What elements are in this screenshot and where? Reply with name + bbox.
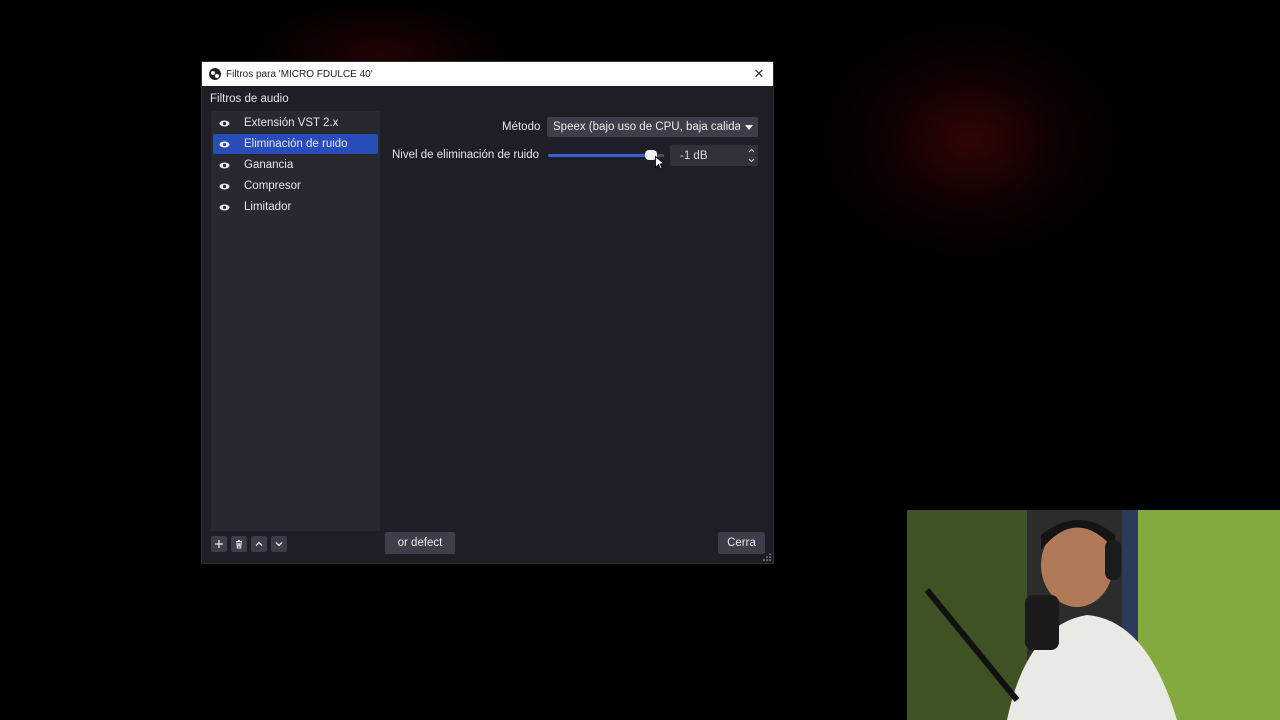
- slider-fill: [548, 154, 651, 157]
- filter-item-label: Ganancia: [244, 159, 294, 171]
- filter-item-gain[interactable]: Ganancia: [213, 155, 378, 175]
- filter-item-compressor[interactable]: Compresor: [213, 176, 378, 196]
- dialog-titlebar: Filtros para 'MICRO FDULCE 40' ✕: [202, 62, 773, 86]
- noise-level-slider[interactable]: [548, 150, 664, 162]
- filter-item-label: Eliminación de ruido: [244, 138, 348, 150]
- webcam-feed: [907, 510, 1280, 720]
- noise-level-value: -1 dB: [680, 149, 708, 162]
- eye-icon[interactable]: [219, 204, 230, 211]
- spin-up-button[interactable]: [744, 145, 758, 156]
- filters-dialog: Filtros para 'MICRO FDULCE 40' ✕ Filtros…: [201, 61, 774, 564]
- eye-icon[interactable]: [219, 162, 230, 169]
- method-value: Speex (bajo uso de CPU, baja calidad: [553, 121, 740, 133]
- close-icon[interactable]: ✕: [745, 62, 773, 86]
- chevron-up-icon: [748, 148, 754, 153]
- eye-icon[interactable]: [219, 183, 230, 190]
- move-down-button[interactable]: [271, 536, 287, 552]
- webcam-person-image: [907, 510, 1280, 720]
- audio-filters-label: Filtros de audio: [210, 93, 289, 105]
- spin-buttons: [744, 145, 758, 166]
- chevron-down-icon: [748, 158, 754, 163]
- obs-app-icon: [209, 68, 221, 80]
- filter-item-label: Limitador: [244, 201, 292, 213]
- trash-icon: [236, 540, 242, 549]
- move-up-button[interactable]: [251, 536, 267, 552]
- plus-icon: [215, 540, 223, 548]
- filter-list-toolbar: [211, 536, 287, 552]
- spin-down-button[interactable]: [744, 156, 758, 167]
- add-filter-button[interactable]: [211, 536, 227, 552]
- chevron-up-icon: [255, 541, 263, 546]
- defaults-button[interactable]: or defect: [385, 532, 455, 554]
- noise-level-label: Nivel de eliminación de ruido: [392, 149, 540, 161]
- method-label: Método: [502, 121, 541, 133]
- filter-item-noise-suppression[interactable]: Eliminación de ruido: [213, 134, 378, 154]
- filter-item-label: Extensión VST 2.x: [244, 117, 339, 129]
- eye-icon[interactable]: [219, 120, 230, 127]
- mouse-cursor-icon: [655, 156, 664, 170]
- eye-icon[interactable]: [219, 141, 230, 148]
- filter-item-limiter[interactable]: Limitador: [213, 197, 378, 217]
- chevron-down-icon: [275, 542, 283, 547]
- method-select[interactable]: Speex (bajo uso de CPU, baja calidad: [547, 117, 758, 137]
- noise-level-spinbox[interactable]: -1 dB: [670, 145, 758, 166]
- filter-list: Extensión VST 2.x Eliminación de ruido G…: [211, 111, 380, 531]
- background-red-glow: [820, 20, 1120, 260]
- resize-grip-icon[interactable]: [763, 553, 771, 561]
- close-button[interactable]: Cerra: [718, 532, 765, 554]
- remove-filter-button[interactable]: [231, 536, 247, 552]
- filter-item-label: Compresor: [244, 180, 301, 192]
- dialog-title: Filtros para 'MICRO FDULCE 40': [226, 68, 373, 80]
- filter-item-vst[interactable]: Extensión VST 2.x: [213, 113, 378, 133]
- dropdown-arrow-icon: [740, 117, 758, 137]
